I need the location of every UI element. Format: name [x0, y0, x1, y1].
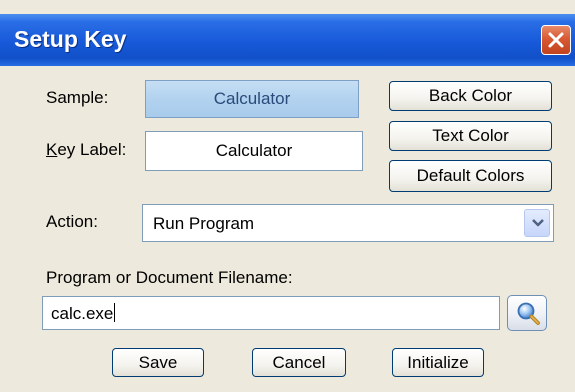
close-x-icon: [548, 32, 564, 48]
filename-value-wrap: calc.exe: [51, 303, 116, 324]
initialize-button[interactable]: Initialize: [392, 348, 484, 377]
default-colors-button[interactable]: Default Colors: [389, 160, 552, 192]
key-label-value: Calculator: [215, 141, 293, 160]
cancel-button[interactable]: Cancel: [252, 348, 346, 377]
sample-label: Sample:: [46, 88, 109, 107]
filename-input[interactable]: calc.exe: [42, 296, 500, 330]
text-color-button[interactable]: Text Color: [389, 121, 552, 151]
window-title: Setup Key: [14, 26, 127, 52]
action-selected-value: Run Program: [153, 214, 255, 233]
text-caret: [114, 303, 116, 322]
setup-key-dialog: Setup Key Sample: Calculator Key Label: …: [0, 0, 575, 392]
chevron-down-icon: [532, 219, 544, 227]
action-label: Action:: [46, 212, 98, 231]
back-color-button[interactable]: Back Color: [389, 81, 552, 111]
browse-button[interactable]: [507, 295, 547, 331]
close-button[interactable]: [541, 25, 571, 55]
filename-label: Program or Document Filename:: [46, 268, 293, 287]
key-label-label-rest: ey Label:: [57, 140, 127, 159]
key-label-input[interactable]: Calculator: [145, 131, 363, 171]
sample-preview-text: Calculator: [213, 89, 291, 108]
filename-value: calc.exe: [51, 304, 114, 323]
save-button[interactable]: Save: [112, 348, 204, 377]
action-dropdown-button[interactable]: [524, 209, 550, 237]
key-label-mnemonic: K: [46, 140, 58, 159]
magnifier-icon: [517, 302, 540, 325]
key-label-label: Key Label:: [46, 140, 126, 160]
action-select[interactable]: Run Program: [142, 204, 554, 242]
sample-preview: Calculator: [145, 80, 359, 118]
title-bar: Setup Key: [0, 0, 575, 80]
